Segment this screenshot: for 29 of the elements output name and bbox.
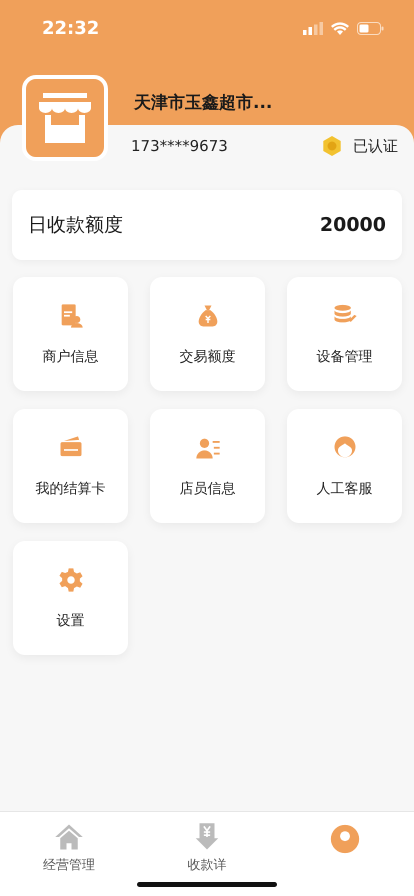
storefront-icon (37, 93, 93, 143)
tab-item[interactable]: 经营管理 (0, 812, 138, 874)
menu-label: 店员信息 (180, 480, 236, 498)
daily-limit-value: 20000 (320, 214, 386, 236)
menu-tile[interactable]: 店员信息 (150, 409, 265, 523)
menu-tile[interactable]: 交易额度 (150, 277, 265, 391)
profile-icon (328, 822, 362, 856)
menu-tile[interactable]: 商户信息 (13, 277, 128, 391)
merchant-name: 天津市玉鑫超市... (134, 92, 272, 114)
menu-tile[interactable]: 我的结算卡 (13, 409, 128, 523)
menu-label: 商户信息 (42, 348, 98, 366)
verified-badge-icon (321, 135, 343, 157)
menu-tile[interactable]: 人工客服 (287, 409, 402, 523)
battery-icon (357, 22, 384, 34)
tab-item[interactable]: 收款详 (138, 812, 276, 874)
phone-number: 173****9673 (131, 137, 229, 155)
status-time: 22:32 (42, 18, 100, 38)
settings-icon (56, 566, 84, 594)
verification-status: 已认证 (353, 136, 398, 156)
menu-tile[interactable]: 设备管理 (287, 277, 402, 391)
signal-icon (303, 22, 323, 34)
menu-tile[interactable]: 设置 (13, 541, 128, 655)
menu-label: 我的结算卡 (36, 480, 106, 498)
menu-label: 交易额度 (180, 348, 236, 366)
menu-label: 设备管理 (316, 348, 372, 366)
menu-label: 设置 (56, 612, 84, 630)
daily-limit-label: 日收款额度 (28, 213, 123, 238)
menu-label: 人工客服 (316, 480, 372, 498)
wifi-icon (331, 22, 349, 34)
